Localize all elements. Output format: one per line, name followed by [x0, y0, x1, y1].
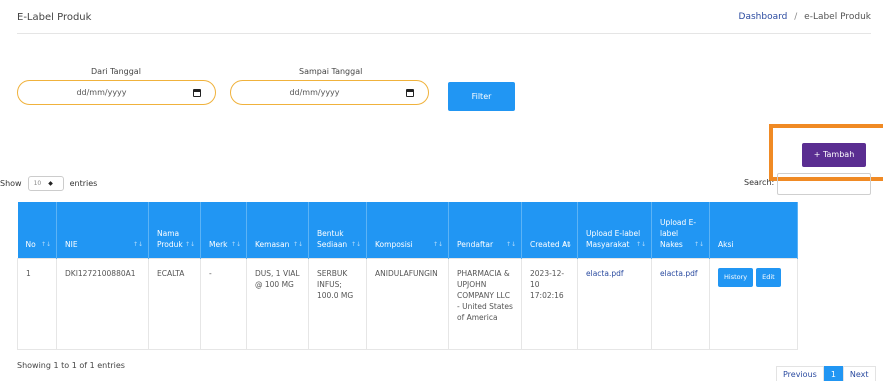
column-header-pendaftar[interactable]: Pendaftar ↑↓ [448, 202, 522, 258]
column-header-elabel-nakes[interactable]: Upload E-label Nakes ↑↓ [651, 202, 710, 258]
from-date-placeholder: dd/mm/yyyy [76, 88, 127, 97]
page-1-button[interactable]: 1 [823, 366, 843, 381]
column-header-elabel-masyarakat[interactable]: Upload E-label Masyarakat ↑↓ [577, 202, 652, 258]
to-date-placeholder: dd/mm/yyyy [289, 88, 340, 97]
add-button[interactable]: + Tambah [802, 143, 866, 167]
next-page-button[interactable]: Next [842, 366, 876, 381]
breadcrumb-current: e-Label Produk [804, 12, 871, 22]
elabel-masyarakat-link[interactable]: elacta.pdf [577, 257, 652, 350]
cell-bentuk-sediaan: SERBUK INFUS; 100.0 MG [308, 257, 367, 350]
page-length-control: Show 10 ◆ entries [0, 176, 97, 191]
calendar-icon[interactable] [193, 89, 201, 97]
search-input[interactable] [777, 173, 871, 195]
column-header-kemasan[interactable]: Kemasan ↑↓ [246, 202, 309, 258]
cell-nama-produk: ECALTA [148, 257, 201, 350]
column-header-merk[interactable]: Merk ↑↓ [200, 202, 247, 258]
cell-aksi: History Edit [709, 257, 798, 350]
calendar-icon[interactable] [406, 89, 414, 97]
page-title: E-Label Produk [17, 12, 92, 23]
column-header-nie[interactable]: NIE ↑↓ [56, 202, 149, 258]
column-header-created-at[interactable]: Created At ↑↓ [521, 202, 578, 258]
edit-button[interactable]: Edit [756, 267, 781, 287]
cell-no: 1 [17, 257, 57, 350]
sort-icon: ↑↓ [693, 240, 704, 248]
page-length-select[interactable]: 10 ◆ [27, 176, 64, 191]
cell-nie: DKI1272100880A1 [56, 257, 149, 350]
page-length-value: 10 [33, 180, 42, 187]
breadcrumb-separator: / [794, 12, 798, 22]
previous-page-button[interactable]: Previous [776, 366, 824, 381]
cell-created-at: 2023-12-10 17:02:16 [521, 257, 578, 350]
table-row: 1 DKI1272100880A1 ECALTA - DUS, 1 VIAL @… [17, 257, 798, 350]
column-header-komposisi[interactable]: Komposisi ↑↓ [366, 202, 449, 258]
cell-pendaftar: PHARMACIA & UPJOHN COMPANY LLC - United … [448, 257, 522, 350]
sort-icon: ↑↓ [432, 240, 443, 248]
sort-icon: ↑↓ [292, 240, 303, 248]
pagination: Previous 1 Next [776, 366, 876, 381]
cell-kemasan: DUS, 1 VIAL @ 100 MG [246, 257, 309, 350]
column-header-no[interactable]: No ↑↓ [17, 202, 57, 258]
sort-icon: ↑↓ [40, 240, 51, 248]
from-date-label: Dari Tanggal [91, 67, 141, 76]
sort-icon: ↑↓ [561, 240, 572, 248]
table-header-row: No ↑↓ NIE ↑↓ Nama Produk ↑↓ Merk ↑↓ Kemasan ↑… [17, 202, 798, 258]
sort-icon: ↑↓ [132, 240, 143, 248]
to-date-input[interactable]: dd/mm/yyyy [230, 80, 429, 105]
sort-icon: ↑↓ [505, 240, 516, 248]
column-header-bentuk-sediaan[interactable]: Bentuk Sediaan ↑↓ [308, 202, 367, 258]
select-caret-icon: ◆ [48, 180, 53, 187]
column-header-aksi: Aksi [709, 202, 798, 258]
show-label: Show [0, 179, 22, 188]
history-button[interactable]: History [718, 267, 754, 287]
sort-icon: ↑↓ [635, 240, 646, 248]
table-info: Showing 1 to 1 of 1 entries [17, 361, 125, 370]
breadcrumb: Dashboard / e-Label Produk [739, 12, 871, 22]
sort-icon: ↑↓ [350, 240, 361, 248]
to-date-label: Sampai Tanggal [299, 67, 363, 76]
elabel-table: No ↑↓ NIE ↑↓ Nama Produk ↑↓ Merk ↑↓ Kemasan ↑… [17, 202, 798, 350]
filter-button[interactable]: Filter [448, 82, 515, 111]
sort-icon: ↑↓ [184, 240, 195, 248]
column-header-nama-produk[interactable]: Nama Produk ↑↓ [148, 202, 201, 258]
search-label: Search: [744, 178, 775, 187]
header-divider [17, 33, 871, 34]
cell-merk: - [200, 257, 247, 350]
entries-label: entries [69, 179, 98, 188]
breadcrumb-dashboard-link[interactable]: Dashboard [739, 12, 788, 22]
elabel-nakes-link[interactable]: elacta.pdf [651, 257, 710, 350]
from-date-input[interactable]: dd/mm/yyyy [17, 80, 216, 105]
cell-komposisi: ANIDULAFUNGIN [366, 257, 449, 350]
sort-icon: ↑↓ [230, 240, 241, 248]
